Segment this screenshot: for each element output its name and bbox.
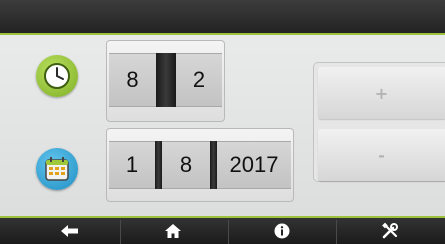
- back-arrow-icon: [61, 225, 78, 237]
- info-button[interactable]: [237, 218, 327, 244]
- minute-value: 2: [192, 67, 206, 92]
- clock-icon: [36, 55, 78, 97]
- decrement-button[interactable]: -: [318, 129, 445, 181]
- calendar-icon: [36, 148, 78, 190]
- minus-label: -: [378, 145, 385, 165]
- date-separator-1: [155, 141, 162, 189]
- date-picker: 1 8 2017: [106, 128, 294, 202]
- date-separator-2: [210, 141, 217, 189]
- date-part-2: 8: [179, 152, 193, 177]
- plus-label: +: [374, 83, 389, 103]
- nav-divider: [120, 220, 121, 244]
- hour-value: 8: [126, 67, 139, 92]
- nav-divider: [336, 220, 337, 244]
- back-button[interactable]: [25, 218, 115, 244]
- date-part-1: 1: [125, 152, 139, 177]
- info-icon: [274, 223, 290, 239]
- year-field[interactable]: 2017: [217, 141, 291, 189]
- time-picker: 8 2: [106, 40, 225, 122]
- home-icon: [165, 224, 181, 238]
- year-value: 2017: [229, 152, 279, 177]
- date-field-2[interactable]: 8: [162, 141, 210, 189]
- settings-button[interactable]: [345, 218, 435, 244]
- date-field-1[interactable]: 1: [109, 141, 155, 189]
- increment-button[interactable]: +: [318, 67, 445, 119]
- minute-field[interactable]: 2: [176, 53, 222, 107]
- tools-icon: [382, 222, 398, 239]
- top-bar: [0, 0, 445, 33]
- home-button[interactable]: [128, 218, 218, 244]
- hour-field[interactable]: 8: [109, 53, 156, 107]
- time-separator: [156, 53, 176, 107]
- nav-divider: [228, 220, 229, 244]
